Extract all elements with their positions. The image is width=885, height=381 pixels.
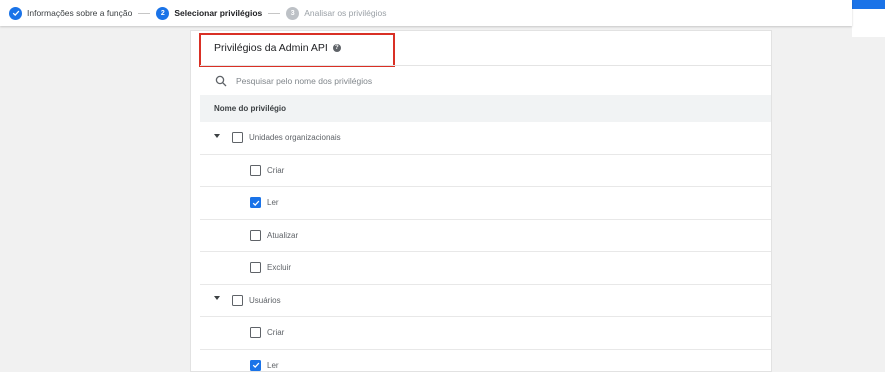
check-icon (252, 362, 259, 369)
privilege-row: Ler (200, 350, 771, 372)
privilege-label: Ler (267, 360, 279, 370)
privilege-group-row: Usuários (200, 285, 771, 317)
check-icon (252, 200, 259, 206)
step-3-number: 3 (286, 6, 300, 20)
checkbox[interactable] (250, 327, 261, 339)
accent-bar (852, 0, 885, 9)
check-icon (9, 6, 22, 20)
privilege-row: Criar (200, 155, 771, 187)
privilege-label: Criar (267, 165, 285, 175)
privilege-label: Excluir (267, 263, 292, 273)
step-3-label: Analisar os privilégios (304, 8, 387, 18)
privilege-group-row: Unidades organizacionais (200, 122, 771, 155)
bottom-strip (0, 372, 885, 381)
step-3[interactable]: 3 Analisar os privilégios (286, 6, 387, 20)
privileges-card: Privilégios da Admin API ? Nome do privi… (190, 30, 772, 372)
card-title: Privilégios da Admin API (214, 42, 328, 54)
privilege-row: Excluir (200, 252, 771, 285)
checkbox[interactable] (250, 229, 261, 241)
card-header: Privilégios da Admin API ? (191, 31, 771, 65)
privilege-group-label: Usuários (249, 295, 281, 305)
privilege-row: Criar (200, 317, 771, 350)
side-panel (852, 9, 885, 37)
privilege-row: Ler (200, 187, 771, 220)
step-1-label: Informações sobre a função (27, 8, 133, 18)
step-2[interactable]: 2 Selecionar privilégios (156, 6, 263, 20)
checkbox[interactable] (232, 132, 243, 144)
step-separator (268, 12, 281, 14)
caret-down-icon[interactable] (214, 296, 220, 301)
caret-down-icon[interactable] (214, 133, 220, 138)
privilege-group-label: Unidades organizacionais (249, 133, 341, 143)
column-header-label: Nome do privilégio (214, 104, 287, 113)
checkbox-checked[interactable] (250, 359, 261, 371)
step-2-number: 2 (156, 6, 170, 20)
help-icon[interactable]: ? (332, 44, 341, 52)
step-1[interactable]: Informações sobre a função (9, 6, 133, 20)
search-row (200, 65, 771, 95)
checkbox[interactable] (232, 294, 243, 306)
privilege-label: Atualizar (267, 230, 299, 240)
step-2-label: Selecionar privilégios (174, 8, 263, 18)
search-icon (215, 75, 227, 86)
checkbox[interactable] (250, 164, 261, 176)
search-input[interactable] (236, 75, 636, 86)
privilege-label: Criar (267, 328, 285, 338)
step-separator (138, 12, 151, 14)
checkbox[interactable] (250, 262, 261, 274)
privilege-label: Ler (267, 198, 279, 208)
privilege-list: Unidades organizacionais Criar Ler Atual… (200, 122, 771, 372)
stepper: Informações sobre a função 2 Selecionar … (0, 0, 852, 26)
privilege-row: Atualizar (200, 220, 771, 252)
column-header: Nome do privilégio (200, 95, 771, 122)
checkbox-checked[interactable] (250, 197, 261, 209)
